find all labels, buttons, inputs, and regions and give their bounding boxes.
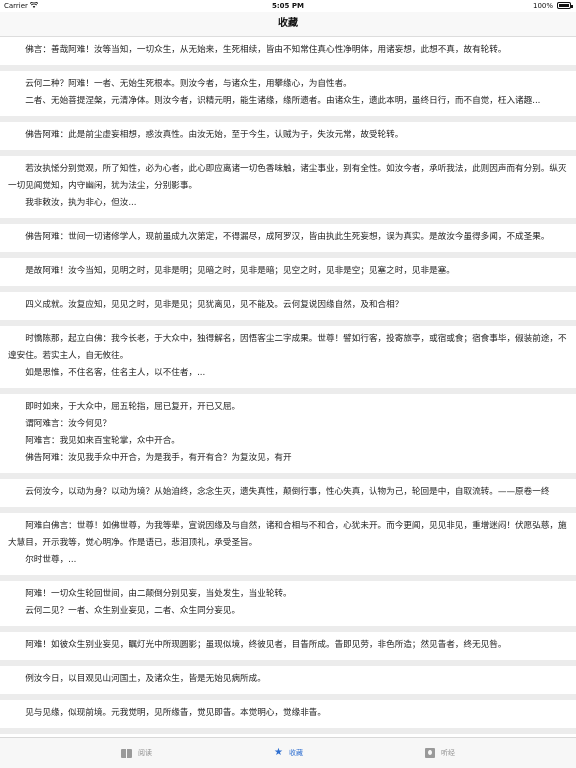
battery-icon — [557, 2, 573, 9]
card-paragraph: 见与见缘，似现前境。元我觉明，见所缘眚，觉见即眚。本觉明心，觉缘非眚。 — [25, 708, 326, 718]
favorite-card[interactable]: 例汝今日，以目观见山河国土，及诸众生，皆是无始见病所成。 — [0, 666, 576, 700]
card-paragraph: 佛告阿难：此是前尘虚妄相想，惑汝真性。由汝无始，至于今生，认贼为子，失汝元常，故… — [25, 130, 404, 140]
tab-listen[interactable]: 听经 — [425, 738, 455, 768]
listen-icon — [425, 748, 435, 758]
card-paragraph: 例汝今日，以目观见山河国土，及诸众生，皆是无始见病所成。 — [25, 674, 266, 684]
card-paragraph: 是故阿难！汝今当知，见明之时，见非是明；见暗之时，见非是暗；见空之时，见非是空；… — [25, 266, 455, 276]
card-paragraph: 阿难！一切众生轮回世间，由二颠倒分别见妄，当处发生，当业轮转。 — [25, 589, 292, 599]
favorite-card[interactable]: 佛告阿难：世间一切诸修学人，现前虽成九次第定，不得漏尽，成阿罗汉，皆由执此生死妄… — [0, 224, 576, 258]
card-paragraph: 我非敕汝，执为非心，但汝... — [25, 198, 137, 208]
card-paragraph: 阿难白佛言：世尊！如佛世尊，为我等辈，宣说因缘及与自然，诸和合相与不和合，心犹未… — [8, 521, 567, 548]
favorite-card[interactable]: 佛告阿难：此是前尘虚妄相想，惑汝真性。由汝无始，至于今生，认贼为子，失汝元常，故… — [0, 122, 576, 156]
favorite-card[interactable]: 若汝执恡分别觉观，所了知性，必为心者，此心即应离诸一切色香味触，诸尘事业，别有全… — [0, 156, 576, 224]
tab-bar: 阅读 ★ 收藏 听经 — [0, 737, 576, 768]
book-icon — [121, 748, 132, 758]
card-paragraph: 即时如来，于大众中，屈五轮指，屈已复开，开已又屈。 — [25, 402, 241, 412]
tab-favorites-label: 收藏 — [288, 749, 303, 757]
favorite-card[interactable]: 云何汝今，以动为身？以动为境？从始洎终，念念生灭，遗失真性，颠倒行事，性心失真，… — [0, 479, 576, 513]
card-paragraph: 佛言：善哉阿难！汝等当知，一切众生，从无始来，生死相续，皆由不知常住真心性净明体… — [25, 45, 507, 55]
favorite-card[interactable]: 阿难！一切众生轮回世间，由二颠倒分别见妄，当处发生，当业轮转。 云何二见？一者、众… — [0, 581, 576, 632]
card-paragraph: 谓阿难言：汝今何见？ — [25, 419, 112, 429]
favorite-card[interactable]: 是故阿难！汝今当知，见明之时，见非是明；见暗之时，见非是暗；见空之时，见非是空；… — [0, 258, 576, 292]
card-paragraph: 阿难言：我见如来百宝轮掌，众中开合。 — [25, 436, 180, 446]
card-paragraph: 云何二见？一者、众生别业妄见，二者、众生同分妄见。 — [25, 606, 241, 616]
page-title: 收藏 — [278, 18, 298, 29]
navigation-bar: 收藏 — [0, 12, 576, 37]
card-paragraph: 佛告阿难：世间一切诸修学人，现前虽成九次第定，不得漏尽，成阿罗汉，皆由执此生死妄… — [25, 232, 550, 242]
favorite-card[interactable]: 云何二种？阿难！一者、无始生死根本。则汝今者，与诸众生，用攀缘心，为自性者。二者… — [0, 71, 576, 122]
card-paragraph: 云何汝今，以动为身？以动为境？从始洎终，念念生灭，遗失真性，颠倒行事，性心失真，… — [25, 487, 550, 497]
card-paragraph: 佛告阿难：汝见我手众中开合，为是我手，有开有合？为复汝见，有开 — [25, 453, 292, 463]
tab-favorites[interactable]: ★ 收藏 — [274, 738, 303, 768]
tab-read-label: 阅读 — [138, 749, 152, 757]
favorite-card[interactable]: 时憍陈那，起立白佛：我今长老，于大众中，独得解名，因悟客尘二字成果。世尊！譬如行… — [0, 326, 576, 394]
battery-percentage: 100% — [532, 2, 553, 10]
card-paragraph: 时憍陈那，起立白佛：我今长老，于大众中，独得解名，因悟客尘二字成果。世尊！譬如行… — [8, 334, 567, 361]
tab-read[interactable]: 阅读 — [121, 738, 152, 768]
status-bar: Carrier 5:05 PM 100% — [0, 0, 576, 12]
card-paragraph: 阿难！如彼众生别业妄见，瞩灯光中所现圆影；虽现似境，终彼见者，目眚所成。眚即见劳… — [25, 640, 507, 650]
favorite-card[interactable]: 四义成就。汝复应知，见见之时，见非是见；见犹离见，见不能及。云何复说因缘自然，及… — [0, 292, 576, 326]
favorite-card[interactable]: 阿难白佛言：世尊！如佛世尊，为我等辈，宣说因缘及与自然，诸和合相与不和合，心犹未… — [0, 513, 576, 581]
clock: 5:05 PM — [272, 2, 304, 10]
favorite-card[interactable]: 即时如来，于大众中，屈五轮指，屈已复开，开已又屈。 谓阿难言：汝今何见？ 阿难言：我… — [0, 394, 576, 479]
tab-listen-label: 听经 — [441, 749, 455, 757]
favorites-list[interactable]: 佛言：善哉阿难！汝等当知，一切众生，从无始来，生死相续，皆由不知常住真心性净明体… — [0, 37, 576, 737]
card-paragraph: 四义成就。汝复应知，见见之时，见非是见；见犹离见，见不能及。云何复说因缘自然，及… — [25, 300, 404, 310]
favorite-card[interactable]: 阿难！如彼众生别业妄见，瞩灯光中所现圆影；虽现似境，终彼见者，目眚所成。眚即见劳… — [0, 632, 576, 666]
star-icon: ★ — [274, 747, 283, 758]
card-paragraph: 尔时世尊，... — [25, 555, 77, 565]
favorite-card[interactable]: 佛言：善哉阿难！汝等当知，一切众生，从无始来，生死相续，皆由不知常住真心性净明体… — [0, 37, 576, 71]
card-paragraph: 二者、无始菩提涅槃，元清净体。则汝今者，识精元明，能生诸缘，缘所遗者。由诸众生，… — [25, 96, 541, 106]
favorite-card[interactable]: 见与见缘，似现前境。元我觉明，见所缘眚，觉见即眚。本觉明心，觉缘非眚。 — [0, 700, 576, 734]
card-paragraph: 云何二种？阿难！一者、无始生死根本。则汝今者，与诸众生，用攀缘心，为自性者。 — [25, 79, 352, 89]
card-paragraph: 若汝执恡分别觉观，所了知性，必为心者，此心即应离诸一切色香味触，诸尘事业，别有全… — [8, 164, 567, 191]
card-paragraph: 如是思惟，不住名客，住名主人，以不住者，... — [25, 368, 206, 378]
